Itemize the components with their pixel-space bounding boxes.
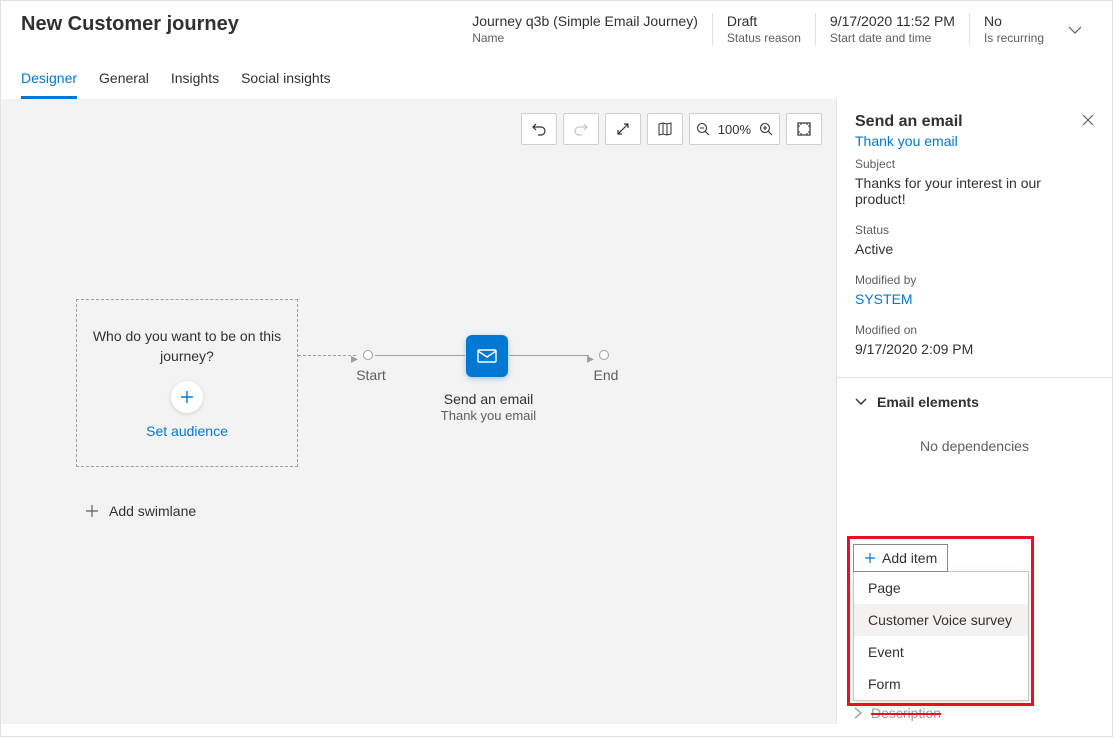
no-dependencies-text: No dependencies — [855, 438, 1094, 454]
zoom-level: 100% — [716, 122, 753, 137]
email-node-subtitle: Thank you email — [411, 408, 566, 423]
tab-general[interactable]: General — [99, 70, 149, 99]
audience-question: Who do you want to be on this journey? — [89, 327, 285, 366]
minimap-button[interactable] — [647, 113, 683, 145]
meta-recurring-label: Is recurring — [984, 31, 1044, 45]
zoom-out-button[interactable] — [696, 122, 710, 136]
subject-value: Thanks for your interest in our product! — [855, 175, 1094, 207]
dropdown-item-page[interactable]: Page — [854, 572, 1028, 604]
tab-designer[interactable]: Designer — [21, 70, 77, 99]
subject-label: Subject — [855, 157, 1094, 171]
modified-by-value[interactable]: SYSTEM — [855, 291, 1094, 307]
meta-name[interactable]: Journey q3b (Simple Email Journey) Name — [458, 13, 712, 45]
fit-button[interactable] — [605, 113, 641, 145]
chevron-right-icon — [853, 707, 863, 719]
tab-insights[interactable]: Insights — [171, 70, 219, 99]
panel-title: Send an email — [855, 113, 1082, 131]
description-section[interactable]: Description — [853, 705, 1029, 721]
email-record-link[interactable]: Thank you email — [855, 133, 1094, 149]
dropdown-item-form[interactable]: Form — [854, 668, 1028, 700]
flow-connector — [375, 355, 465, 356]
add-audience-button[interactable] — [171, 381, 203, 413]
status-value: Active — [855, 241, 1094, 257]
zoom-in-button[interactable] — [759, 122, 773, 136]
meta-start-label: Start date and time — [830, 31, 955, 45]
meta-start[interactable]: 9/17/2020 11:52 PM Start date and time — [815, 13, 969, 45]
flow-connector — [509, 355, 589, 356]
meta-status-label: Status reason — [727, 31, 801, 45]
modified-by-label: Modified by — [855, 273, 1094, 287]
meta-recurring-value: No — [984, 13, 1044, 29]
add-item-button[interactable]: Add item — [853, 544, 948, 572]
close-panel-button[interactable] — [1082, 113, 1094, 129]
status-label: Status — [855, 223, 1094, 237]
zoom-group: 100% — [689, 113, 780, 145]
flow-connector-dashed — [298, 355, 356, 356]
add-swimlane-label: Add swimlane — [109, 503, 196, 519]
email-elements-section[interactable]: Email elements — [855, 394, 1094, 410]
start-node[interactable] — [363, 350, 373, 360]
meta-recurring[interactable]: No Is recurring — [969, 13, 1058, 45]
chevron-down-icon — [855, 398, 867, 406]
modified-on-label: Modified on — [855, 323, 1094, 337]
arrow-icon: ▸ — [351, 350, 358, 367]
set-audience-link[interactable]: Set audience — [146, 423, 228, 439]
redo-button[interactable] — [563, 113, 599, 145]
canvas-toolbar: 100% — [521, 113, 822, 145]
email-elements-title: Email elements — [877, 394, 979, 410]
designer-canvas[interactable]: 100% Who do you want to be on this journ… — [1, 99, 836, 724]
header-meta: Journey q3b (Simple Email Journey) Name … — [458, 13, 1058, 45]
meta-name-value: Journey q3b (Simple Email Journey) — [472, 13, 698, 29]
email-node[interactable] — [466, 335, 508, 377]
undo-button[interactable] — [521, 113, 557, 145]
end-node[interactable] — [599, 350, 609, 360]
description-label: Description — [871, 705, 941, 721]
start-label: Start — [351, 367, 391, 383]
tab-social-insights[interactable]: Social insights — [241, 70, 331, 99]
audience-placeholder[interactable]: Who do you want to be on this journey? S… — [76, 299, 298, 467]
arrow-icon: ▸ — [587, 350, 594, 367]
meta-status-value: Draft — [727, 13, 801, 29]
meta-start-value: 9/17/2020 11:52 PM — [830, 13, 955, 29]
page-title: New Customer journey — [21, 13, 458, 45]
email-node-label: Send an email Thank you email — [411, 391, 566, 423]
add-item-label: Add item — [882, 550, 937, 566]
dropdown-item-event[interactable]: Event — [854, 636, 1028, 668]
meta-name-label: Name — [472, 31, 698, 45]
add-item-dropdown: Page Customer Voice survey Event Form — [853, 571, 1029, 701]
meta-status[interactable]: Draft Status reason — [712, 13, 815, 45]
end-label: End — [591, 367, 621, 383]
email-node-title: Send an email — [411, 391, 566, 407]
tab-bar: Designer General Insights Social insight… — [1, 54, 1112, 99]
modified-on-value: 9/17/2020 2:09 PM — [855, 341, 1094, 357]
fullscreen-button[interactable] — [786, 113, 822, 145]
expand-header-button[interactable] — [1058, 13, 1092, 45]
dropdown-item-customer-voice-survey[interactable]: Customer Voice survey — [854, 604, 1028, 636]
add-swimlane-button[interactable]: Add swimlane — [85, 503, 196, 519]
